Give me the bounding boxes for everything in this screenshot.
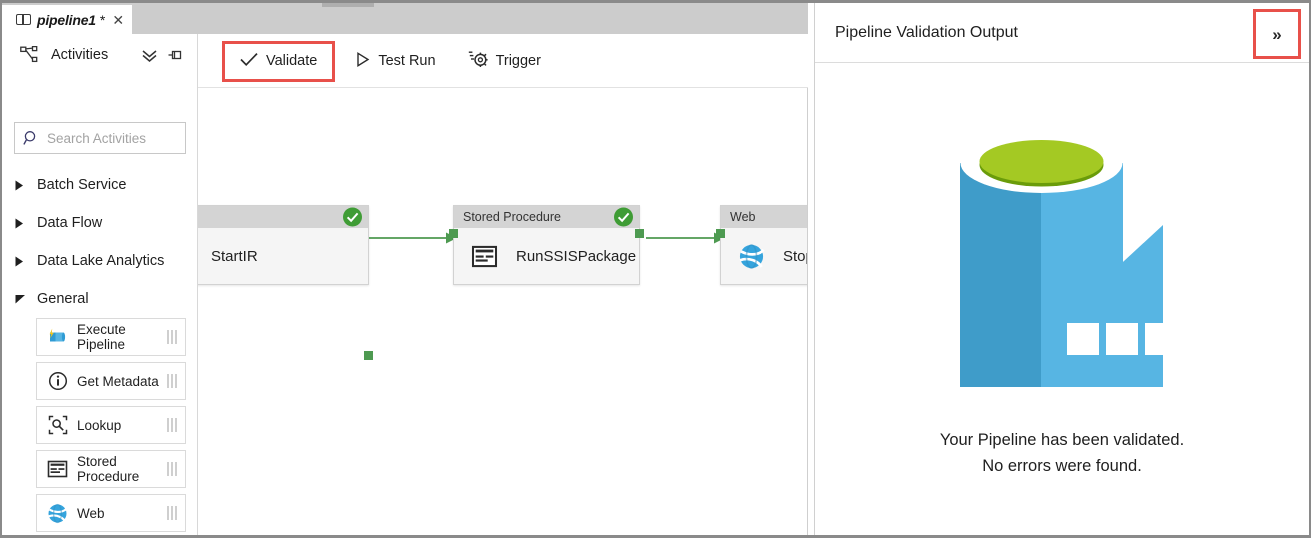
sidebar-group-label: Batch Service	[37, 177, 127, 193]
activity-lookup[interactable]: Lookup	[36, 406, 186, 444]
validate-button[interactable]: Validate	[225, 44, 332, 79]
sidebar-group-data-lake-analytics[interactable]: Data Lake Analytics	[2, 242, 197, 280]
node-header: Stored Procedure	[454, 206, 639, 228]
connector-runssis-to-stopir	[646, 232, 725, 244]
validation-panel-body: Your Pipeline has been validated. No err…	[815, 63, 1309, 534]
validate-label: Validate	[266, 53, 318, 69]
green-check-icon	[614, 207, 633, 227]
activity-label: Get Metadata	[77, 373, 159, 389]
connector-startir-to-runssis	[368, 232, 457, 244]
validation-message-line2: No errors were found.	[982, 456, 1142, 475]
test-run-label: Test Run	[378, 53, 436, 69]
validation-output-panel: Pipeline Validation Output » Your Pipeli…	[814, 3, 1309, 535]
chevron-double-down-icon[interactable]	[141, 48, 158, 63]
stored-procedure-icon	[470, 242, 498, 270]
green-check-icon	[343, 207, 362, 227]
test-run-button[interactable]: Test Run	[343, 45, 448, 78]
sidebar-group-general[interactable]: General	[2, 280, 197, 318]
node-type-label: Web	[730, 210, 756, 224]
activity-label: Stored Procedure	[77, 454, 140, 484]
app-window: pipeline1 * ✕ Activities Search Activiti…	[0, 0, 1311, 538]
validation-message-line1: Your Pipeline has been validated.	[939, 431, 1185, 449]
activities-hierarchy-icon	[20, 45, 40, 64]
tab-dirty-marker: *	[99, 11, 106, 28]
tab-strip-marker	[322, 3, 374, 7]
chevron-double-right-icon: »	[1272, 24, 1282, 44]
node-name-label: StartIR	[211, 247, 258, 265]
close-icon[interactable]: ✕	[112, 13, 124, 27]
tab-strip: pipeline1 * ✕	[2, 3, 808, 34]
node-output-port[interactable]	[635, 229, 644, 238]
pipeline-icon	[16, 14, 31, 25]
search-icon	[23, 130, 40, 147]
activity-web[interactable]: Web	[36, 494, 186, 532]
web-icon	[47, 503, 68, 524]
drag-handle-icon[interactable]	[167, 462, 177, 476]
drag-handle-icon[interactable]	[167, 330, 177, 344]
play-outline-icon	[356, 51, 370, 71]
stored-procedure-icon	[47, 459, 68, 480]
activity-label: Execute Pipeline	[77, 322, 126, 352]
node-type-label: Stored Procedure	[463, 210, 561, 224]
node-input-port[interactable]	[449, 229, 458, 238]
activity-get-metadata[interactable]: Get Metadata	[36, 362, 186, 400]
sidebar-group-label: Data Lake Analytics	[37, 253, 165, 269]
sidebar-group-data-flow[interactable]: Data Flow	[2, 204, 197, 242]
pipeline-toolbar: Validate Test Run Trigger	[198, 34, 808, 88]
node-runssispackage[interactable]: Stored Procedure RunSSISPackage	[449, 205, 644, 285]
sidebar-group-label: Data Flow	[37, 215, 103, 231]
trigger-button[interactable]: Trigger	[455, 43, 554, 79]
activity-execute-pipeline[interactable]: Execute Pipeline	[36, 318, 186, 356]
drag-handle-icon[interactable]	[167, 506, 177, 520]
search-activities-box[interactable]	[14, 122, 186, 154]
collapse-panel-button[interactable]: »	[1253, 9, 1301, 59]
validate-highlight: Validate	[222, 40, 336, 82]
triangle-right-icon	[15, 218, 31, 229]
node-stopir[interactable]: Web StopIR	[716, 205, 807, 285]
trigger-label: Trigger	[495, 53, 541, 69]
node-body: StartIR	[198, 228, 368, 284]
validation-panel-header: Pipeline Validation Output »	[815, 3, 1309, 63]
pin-icon[interactable]	[168, 48, 183, 63]
web-icon	[737, 242, 765, 270]
activities-tree: Batch Service Data Flow Data Lake Analyt…	[2, 166, 197, 535]
lookup-icon	[47, 415, 68, 436]
tab-pipeline1[interactable]: pipeline1 * ✕	[2, 5, 132, 34]
node-header: Web	[721, 206, 807, 228]
trigger-gear-icon	[468, 50, 488, 72]
general-activity-list: Execute Pipeline Get Metadata Lookup Sto…	[2, 318, 197, 532]
pipeline-canvas[interactable]: Web	[198, 88, 808, 535]
activity-label: Lookup	[77, 417, 122, 433]
activity-label: Web	[77, 505, 105, 521]
node-output-port[interactable]	[364, 351, 373, 360]
activities-header-actions	[141, 48, 183, 63]
node-name-label: StopIR	[783, 247, 807, 265]
node-name-label: RunSSISPackage	[516, 247, 637, 265]
validation-message: Your Pipeline has been validated. No err…	[940, 428, 1184, 479]
drag-handle-icon[interactable]	[167, 418, 177, 432]
node-body: StopIR	[721, 228, 807, 284]
sidebar-group-batch-service[interactable]: Batch Service	[2, 166, 197, 204]
activities-sidebar: Activities Search Activities Batch Servi…	[2, 34, 198, 535]
node-input-port[interactable]	[716, 229, 725, 238]
triangle-right-icon	[15, 256, 31, 267]
drag-handle-icon[interactable]	[167, 374, 177, 388]
tab-label: pipeline1	[37, 11, 96, 28]
get-metadata-icon	[47, 371, 68, 392]
activities-header: Activities	[2, 34, 197, 76]
sidebar-group-label: General	[37, 291, 89, 307]
triangle-down-icon	[15, 294, 31, 304]
search-input[interactable]	[47, 130, 177, 146]
activities-title: Activities	[51, 47, 109, 63]
execute-pipeline-icon	[47, 327, 68, 348]
validation-panel-title: Pipeline Validation Output	[835, 23, 1018, 41]
pipeline-editor: pipeline1 * ✕ Activities Search Activiti…	[2, 3, 808, 535]
node-header: Web	[198, 206, 368, 228]
node-startir[interactable]: Web	[198, 205, 373, 360]
data-factory-icon	[933, 133, 1191, 400]
node-body: RunSSISPackage	[454, 228, 639, 284]
checkmark-icon	[240, 52, 258, 71]
triangle-right-icon	[15, 180, 31, 191]
activity-stored-procedure[interactable]: Stored Procedure	[36, 450, 186, 488]
